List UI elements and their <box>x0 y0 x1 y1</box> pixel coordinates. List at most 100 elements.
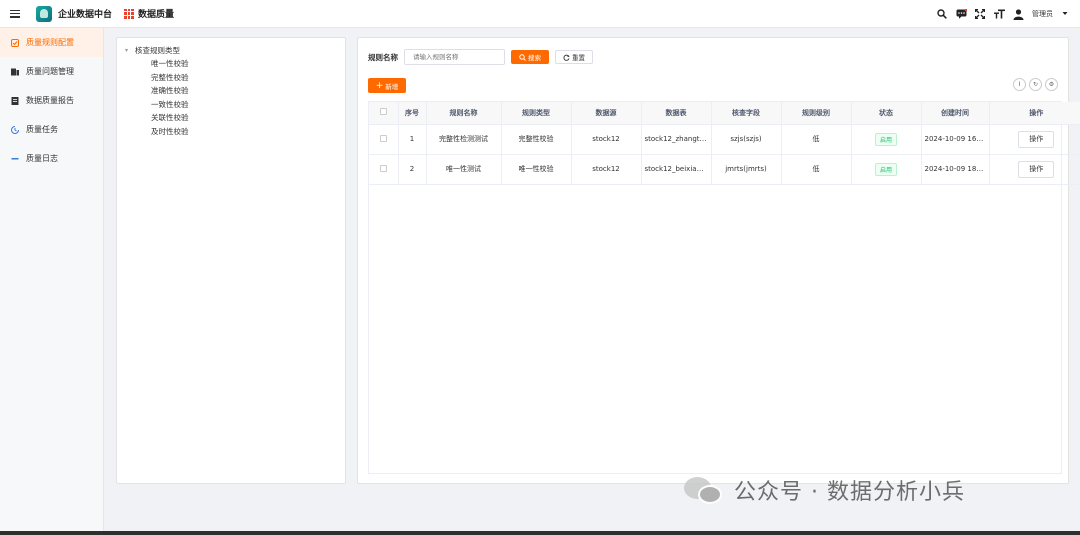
cell-created-time: 2024-10-09 18:4... <box>921 154 990 185</box>
menu-icon[interactable] <box>10 9 20 18</box>
cell-action: 操作 <box>989 124 1080 155</box>
status-badge: 启用 <box>874 132 897 146</box>
sidebar-item-quality-log[interactable]: 质量日志 <box>0 144 103 173</box>
module-title: 数据质量 <box>138 10 175 20</box>
sidebar-item-issue-management[interactable]: 质量问题管理 <box>0 57 103 86</box>
row-checkbox[interactable] <box>369 154 399 185</box>
rule-type-tree: ▾ 核查规则类型 唯一性校验 完整性校验 准确性校验 一致性校验 关联性校验 及… <box>116 37 346 484</box>
sidebar-item-label: 质量日志 <box>26 154 58 163</box>
task-icon <box>10 125 19 134</box>
watermark: 公众号 · 数据分析小兵 <box>684 474 965 506</box>
column-height-icon[interactable]: I <box>1013 78 1026 91</box>
refresh-icon <box>563 54 570 61</box>
fullscreen-icon[interactable] <box>974 8 986 20</box>
column-header: 规则名称 <box>426 102 502 125</box>
cell-rule-type: 唯一性校验 <box>501 154 572 185</box>
operate-button[interactable]: 操作 <box>1018 160 1055 178</box>
table-header-row: 序号 规则名称 规则类型 数据源 数据表 核查字段 规则级别 状态 创建时间 操… <box>369 102 1080 125</box>
cell-data-source: stock12 <box>571 154 642 185</box>
sidebar-item-label: 质量规则配置 <box>26 38 74 47</box>
sidebar-item-quality-task[interactable]: 质量任务 <box>0 115 103 144</box>
cell-rule-level: 低 <box>781 124 852 155</box>
cell-index: 2 <box>398 154 427 185</box>
table-row: 1 完整性检测测试 完整性校验 stock12 stock12_zhangti.… <box>369 124 1080 155</box>
search-icon <box>519 53 526 61</box>
cell-data-table: stock12_beixian... <box>641 154 712 185</box>
report-icon <box>10 96 19 105</box>
tree-root-label: 核查规则类型 <box>135 46 180 55</box>
tree-node[interactable]: 及时性校验 <box>125 125 337 139</box>
cell-action: 操作 <box>989 154 1080 185</box>
check-square-icon <box>10 38 19 47</box>
font-size-icon[interactable] <box>994 9 1005 19</box>
cell-created-time: 2024-10-09 16:4... <box>921 124 990 155</box>
add-rule-button[interactable]: + 新增 <box>368 78 406 93</box>
log-icon <box>10 154 19 163</box>
wechat-icon <box>684 475 726 505</box>
sidebar-item-quality-report[interactable]: 数据质量报告 <box>0 86 103 115</box>
column-header: 核查字段 <box>711 102 782 125</box>
apps-grid-icon[interactable] <box>124 8 135 19</box>
sidebar-item-label: 质量问题管理 <box>26 67 74 76</box>
column-header: 状态 <box>851 102 922 125</box>
sidebar: 质量规则配置 质量问题管理 数据质量报告 质量任务 质量日志 <box>0 28 104 533</box>
cell-status: 启用 <box>851 154 922 185</box>
cell-status: 启用 <box>851 124 922 155</box>
search-button[interactable]: 搜索 <box>511 50 549 64</box>
rule-name-input[interactable] <box>404 49 505 65</box>
sidebar-item-label: 质量任务 <box>26 125 58 134</box>
reset-button[interactable]: 重置 <box>555 50 593 64</box>
tree-node[interactable]: 关联性校验 <box>125 111 337 125</box>
user-icon[interactable] <box>1013 9 1024 20</box>
watermark-text: 公众号 · 数据分析小兵 <box>734 480 965 505</box>
tree-node[interactable]: 完整性校验 <box>125 71 337 85</box>
add-button-label: 新增 <box>385 82 399 91</box>
app-logo <box>36 5 52 22</box>
column-header: 规则级别 <box>781 102 852 125</box>
refresh-icon[interactable]: ↻ <box>1029 78 1042 91</box>
column-header: 规则类型 <box>501 102 572 125</box>
window-bottom-edge <box>0 531 1080 535</box>
column-header: 操作 <box>989 102 1080 125</box>
table-tools: I ↻ ⚙ <box>1013 78 1058 91</box>
plus-icon: + <box>375 80 384 91</box>
reset-button-label: 重置 <box>572 54 585 62</box>
header-actions: 管理员 <box>937 0 1068 28</box>
row-checkbox[interactable] <box>369 124 399 155</box>
status-badge: 启用 <box>874 162 897 176</box>
sidebar-item-rule-config[interactable]: 质量规则配置 <box>0 28 103 57</box>
caret-down-icon[interactable] <box>1062 9 1068 19</box>
cell-check-field: jmrts(jmrts) <box>711 154 782 185</box>
rule-name-label: 规则名称 <box>368 52 398 62</box>
search-button-label: 搜索 <box>528 54 541 62</box>
tree-node[interactable]: 准确性校验 <box>125 84 337 98</box>
operate-button[interactable]: 操作 <box>1018 130 1055 148</box>
column-header: 序号 <box>398 102 427 125</box>
search-bar: 规则名称 搜索 重置 <box>368 49 593 65</box>
caret-down-icon[interactable]: ▾ <box>125 47 135 54</box>
tree-node[interactable]: 一致性校验 <box>125 98 337 112</box>
settings-icon[interactable]: ⚙ <box>1045 78 1058 91</box>
top-bar: 企业数据中台 数据质量 管理员 <box>0 0 1080 28</box>
table-row: 2 唯一性测试 唯一性校验 stock12 stock12_beixian...… <box>369 154 1080 185</box>
sidebar-item-label: 数据质量报告 <box>26 96 74 105</box>
select-all-checkbox[interactable] <box>369 102 399 125</box>
rule-list-panel: 规则名称 搜索 重置 + 新增 I ↻ ⚙ 序号 <box>357 37 1080 484</box>
column-header: 数据表 <box>641 102 712 125</box>
message-icon[interactable] <box>956 8 968 19</box>
rule-table: 序号 规则名称 规则类型 数据源 数据表 核查字段 规则级别 状态 创建时间 操… <box>368 101 1080 474</box>
cell-rule-type: 完整性校验 <box>501 124 572 155</box>
cell-check-field: szjs(szjs) <box>711 124 782 155</box>
tree-root[interactable]: ▾ 核查规则类型 <box>125 44 337 57</box>
column-header: 数据源 <box>571 102 642 125</box>
cell-rule-level: 低 <box>781 154 852 185</box>
cell-rule-name: 完整性检测测试 <box>426 124 502 155</box>
issue-icon <box>10 67 19 76</box>
cell-index: 1 <box>398 124 427 155</box>
cell-data-table: stock12_zhangti... <box>641 124 712 155</box>
search-icon[interactable] <box>937 9 947 19</box>
tree-node[interactable]: 唯一性校验 <box>125 57 337 71</box>
cell-rule-name: 唯一性测试 <box>426 154 502 185</box>
user-name[interactable]: 管理员 <box>1032 9 1053 19</box>
app-title: 企业数据中台 <box>58 10 113 20</box>
